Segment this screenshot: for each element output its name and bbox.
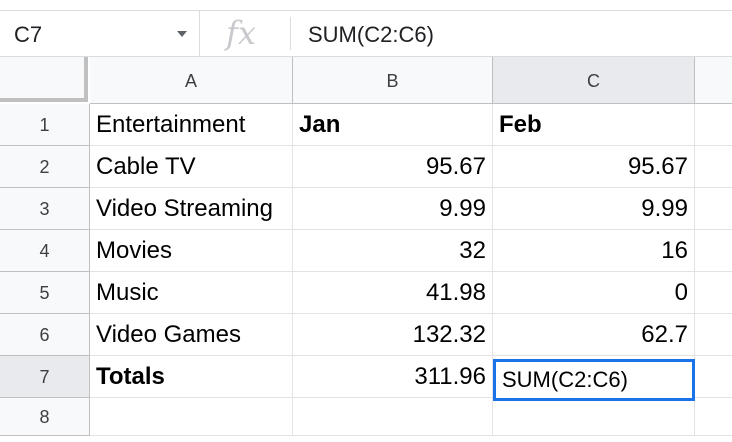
cell-d2[interactable] [695, 146, 732, 188]
formula-input[interactable]: SUM(C2:C6) [308, 22, 434, 48]
cell-d7[interactable] [695, 356, 732, 398]
formula-bar: C7 fx SUM(C2:C6) [0, 10, 732, 57]
row-header-7[interactable]: 7 [0, 356, 90, 398]
cell-d3[interactable] [695, 188, 732, 230]
cell-d8[interactable] [695, 398, 732, 436]
cell-c8[interactable] [493, 398, 695, 436]
cell-b3[interactable]: 9.99 [293, 188, 493, 230]
column-header-b[interactable]: B [293, 57, 493, 104]
spreadsheet-grid: A B C 1 Entertainment Jan Feb 2 Cable TV 95.67… [0, 57, 732, 442]
cell-c6[interactable]: 62.7 [493, 314, 695, 356]
active-cell-editor[interactable]: SUM(C2:C6) [493, 359, 695, 401]
cell-b7[interactable]: 311.96 [293, 356, 493, 398]
column-header-a[interactable]: A [90, 57, 293, 104]
cell-b2[interactable]: 95.67 [293, 146, 493, 188]
cell-b5[interactable]: 41.98 [293, 272, 493, 314]
cell-a7[interactable]: Totals [90, 356, 293, 398]
name-box-value[interactable]: C7 [14, 22, 42, 48]
row-header-6[interactable]: 6 [0, 314, 90, 356]
cell-a2[interactable]: Cable TV [90, 146, 293, 188]
cell-d5[interactable] [695, 272, 732, 314]
row-header-1[interactable]: 1 [0, 104, 90, 146]
select-all-corner[interactable] [0, 57, 88, 102]
cell-d6[interactable] [695, 314, 732, 356]
cell-a6[interactable]: Video Games [90, 314, 293, 356]
row-header-4[interactable]: 4 [0, 230, 90, 272]
row-header-5[interactable]: 5 [0, 272, 90, 314]
cell-c3[interactable]: 9.99 [493, 188, 695, 230]
cell-c1[interactable]: Feb [493, 104, 695, 146]
cell-c2[interactable]: 95.67 [493, 146, 695, 188]
row-header-3[interactable]: 3 [0, 188, 90, 230]
cell-a8[interactable] [90, 398, 293, 436]
cell-a4[interactable]: Movies [90, 230, 293, 272]
row-header-2[interactable]: 2 [0, 146, 90, 188]
cell-c4[interactable]: 16 [493, 230, 695, 272]
column-header-d[interactable] [695, 57, 732, 104]
cell-a3[interactable]: Video Streaming [90, 188, 293, 230]
cell-b6[interactable]: 132.32 [293, 314, 493, 356]
cell-a1[interactable]: Entertainment [90, 104, 293, 146]
cell-c5[interactable]: 0 [493, 272, 695, 314]
cell-b1[interactable]: Jan [293, 104, 493, 146]
name-box[interactable]: C7 [0, 11, 200, 56]
column-header-c[interactable]: C [493, 57, 695, 104]
chevron-down-icon[interactable] [177, 31, 187, 37]
row-header-8[interactable]: 8 [0, 398, 90, 436]
cell-a5[interactable]: Music [90, 272, 293, 314]
cell-b4[interactable]: 32 [293, 230, 493, 272]
cell-b8[interactable] [293, 398, 493, 436]
cell-d1[interactable] [695, 104, 732, 146]
cell-d4[interactable] [695, 230, 732, 272]
fx-icon: fx [226, 14, 256, 52]
formula-divider [290, 17, 291, 50]
